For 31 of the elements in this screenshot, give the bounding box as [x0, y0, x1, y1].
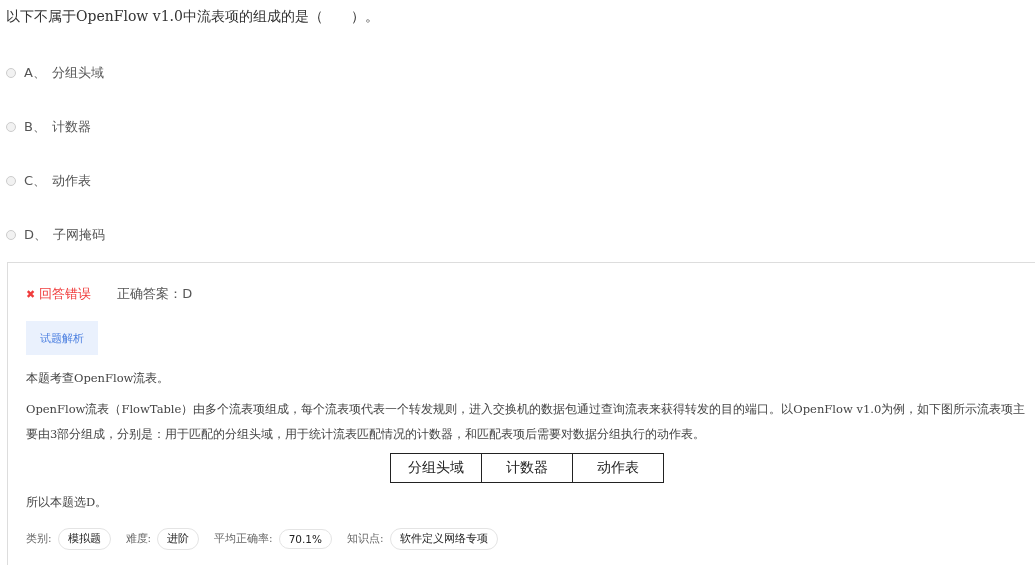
- table-cell-text: 动作表: [596, 458, 640, 477]
- close-icon: ✖: [26, 287, 36, 301]
- analysis-intro: 本题考查OpenFlow流表。: [26, 371, 171, 386]
- option-text: 分组头域: [51, 64, 104, 82]
- result-status: 回答错误: [39, 285, 92, 303]
- table-cell: 计数器: [482, 454, 573, 482]
- analysis-conclusion: 所以本题选D。: [26, 495, 109, 510]
- answer-option[interactable]: D、 子网掩码: [6, 208, 1035, 262]
- radio-button[interactable]: [6, 68, 16, 78]
- meta-label: 类别:: [26, 532, 52, 546]
- meta-label: 知识点:: [347, 532, 384, 546]
- answer-option[interactable]: C、 动作表: [6, 154, 1035, 208]
- option-letter: B、: [24, 118, 46, 136]
- option-text: 子网掩码: [53, 226, 105, 244]
- analysis-paragraph: OpenFlow流表（FlowTable）由多个流表项组成，每个流表项代表一个转发规则，进入交换机的数据包通过查询流表来获得转发的目的端口。以OpenFlow v1.0为例，如下图所示流表项主要由3部分组成，分别是：用于匹配的分组头域，用于统计流表匹配情况的计数器，和匹配表项后需要对数据分组执行的动作表。: [26, 401, 1027, 443]
- question-text: 以下不属于OpenFlow v1.0中流表项的组成的是（ ）。: [6, 8, 380, 26]
- option-letter: D、: [24, 226, 47, 244]
- option-text: 动作表: [52, 172, 92, 190]
- radio-button[interactable]: [6, 122, 16, 132]
- meta-label: 难度:: [125, 532, 152, 546]
- table-cell: 分组头域: [391, 454, 482, 482]
- meta-label: 平均正确率:: [214, 532, 273, 546]
- radio-button[interactable]: [6, 176, 16, 186]
- option-letter: A、: [24, 64, 46, 82]
- radio-button[interactable]: [6, 230, 16, 240]
- option-text: 计数器: [51, 118, 91, 136]
- option-letter: C、: [24, 172, 47, 190]
- answer-option[interactable]: A、 分组头域: [6, 46, 1035, 100]
- answer-option[interactable]: B、 计数器: [6, 100, 1035, 154]
- analysis-button[interactable]: 试题解析: [26, 321, 98, 355]
- correct-answer: 正确答案：D: [117, 285, 193, 303]
